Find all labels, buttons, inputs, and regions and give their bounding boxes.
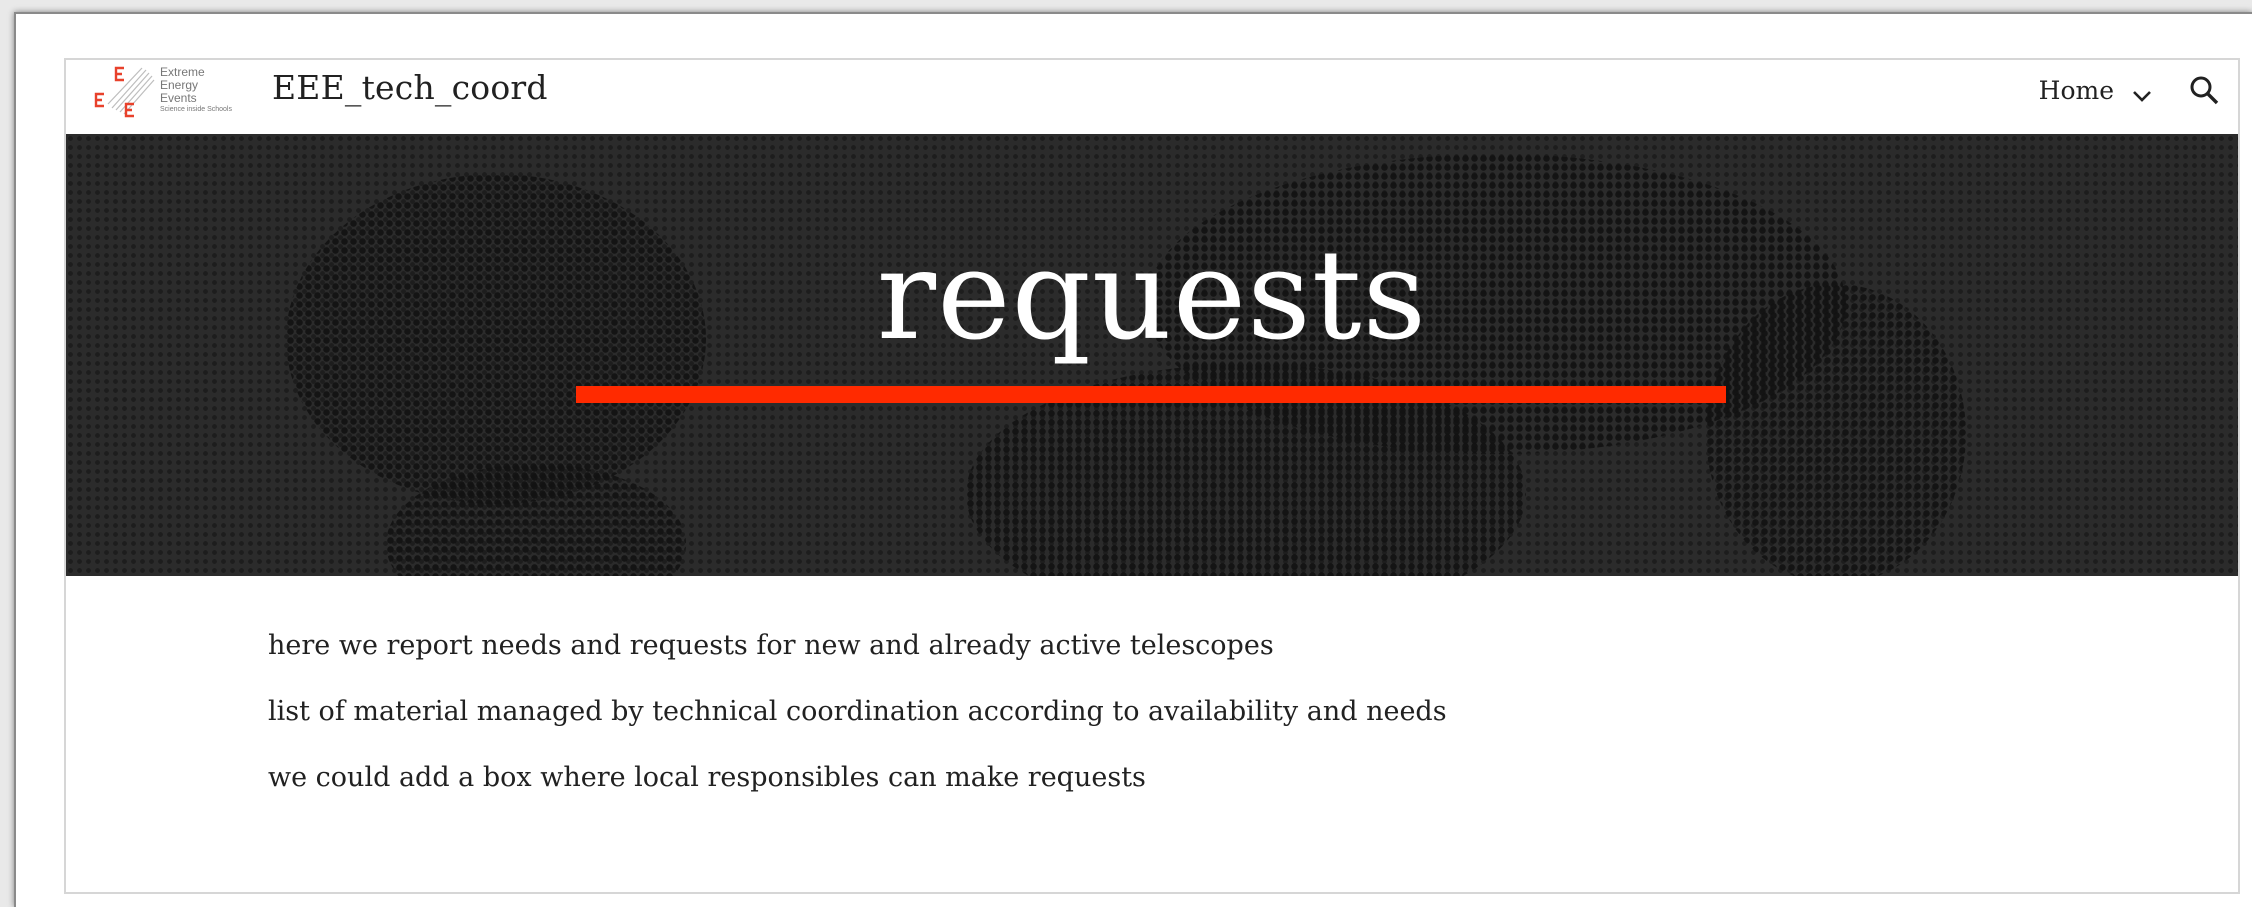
site-title[interactable]: EEE_tech_coord bbox=[272, 68, 548, 107]
nav-home-link[interactable]: Home bbox=[2039, 76, 2114, 105]
search-icon[interactable] bbox=[2188, 74, 2220, 106]
page-frame: Extreme Energy Events Science inside Sch… bbox=[64, 58, 2240, 894]
title-underline bbox=[576, 386, 1726, 403]
page-content: here we report needs and requests for ne… bbox=[268, 628, 2068, 826]
logo-line-3: Events bbox=[160, 91, 197, 105]
page-title: requests bbox=[876, 224, 1428, 368]
site-logo[interactable]: Extreme Energy Events Science inside Sch… bbox=[94, 64, 244, 122]
logo-tagline: Science inside Schools bbox=[160, 106, 232, 113]
content-paragraph: here we report needs and requests for ne… bbox=[268, 630, 1274, 661]
eee-logo-icon bbox=[94, 66, 155, 118]
site-header: Extreme Energy Events Science inside Sch… bbox=[66, 60, 2238, 134]
browser-window: Extreme Energy Events Science inside Sch… bbox=[14, 12, 2252, 907]
logo-text: Extreme Energy Events Science inside Sch… bbox=[160, 66, 232, 114]
hero-banner: requests bbox=[66, 134, 2238, 576]
content-paragraph: list of material managed by technical co… bbox=[268, 696, 1447, 727]
content-paragraph: we could add a box where local responsib… bbox=[268, 762, 1146, 793]
chevron-down-icon[interactable] bbox=[2130, 84, 2154, 108]
